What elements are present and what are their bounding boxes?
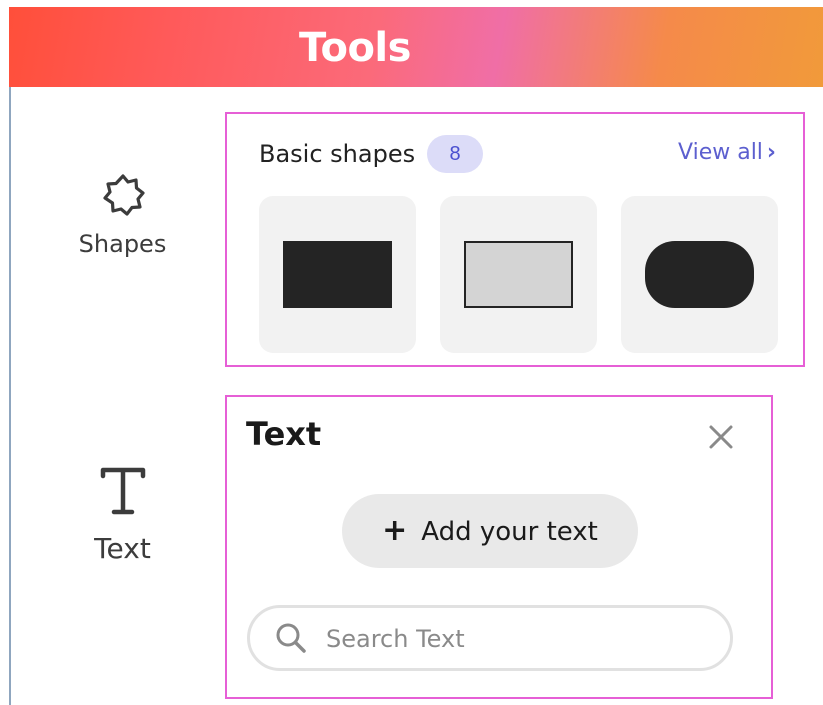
- chevron-right-icon: ›: [766, 140, 776, 165]
- rail-item-shapes[interactable]: Shapes: [60, 172, 185, 258]
- search-field[interactable]: [247, 605, 733, 671]
- outlined-rectangle-shape: [464, 241, 573, 308]
- count-badge: 8: [427, 135, 483, 173]
- filled-rectangle-shape: [283, 241, 392, 308]
- rail-item-text[interactable]: Text: [60, 466, 185, 565]
- shapes-icon: [102, 174, 145, 216]
- text-icon: [100, 467, 145, 515]
- plus-icon: +: [382, 513, 408, 548]
- rail-divider: [9, 87, 11, 705]
- view-all-link[interactable]: View all ›: [678, 140, 776, 165]
- page-title: Tools: [299, 25, 411, 71]
- shape-card-rounded-rectangle[interactable]: [621, 196, 778, 353]
- add-text-button[interactable]: + Add your text: [342, 494, 638, 568]
- basic-shapes-panel: Basic shapes 8 View all ›: [225, 112, 805, 367]
- tools-header: Tools: [9, 7, 823, 87]
- rounded-rectangle-shape: [645, 241, 754, 308]
- search-input[interactable]: [326, 622, 706, 656]
- search-icon: [276, 623, 306, 653]
- rail-item-label: Shapes: [78, 230, 167, 258]
- section-title: Basic shapes: [259, 140, 416, 168]
- shape-card-outlined-rectangle[interactable]: [440, 196, 597, 353]
- rail-item-label: Text: [94, 532, 151, 565]
- view-all-label: View all: [678, 140, 763, 165]
- panel-title: Text: [246, 415, 322, 453]
- shape-card-filled-rectangle[interactable]: [259, 196, 416, 353]
- text-panel: Text + Add your text: [225, 395, 773, 699]
- add-text-label: Add your text: [421, 517, 598, 547]
- close-button[interactable]: [703, 419, 739, 455]
- close-icon: [709, 425, 733, 449]
